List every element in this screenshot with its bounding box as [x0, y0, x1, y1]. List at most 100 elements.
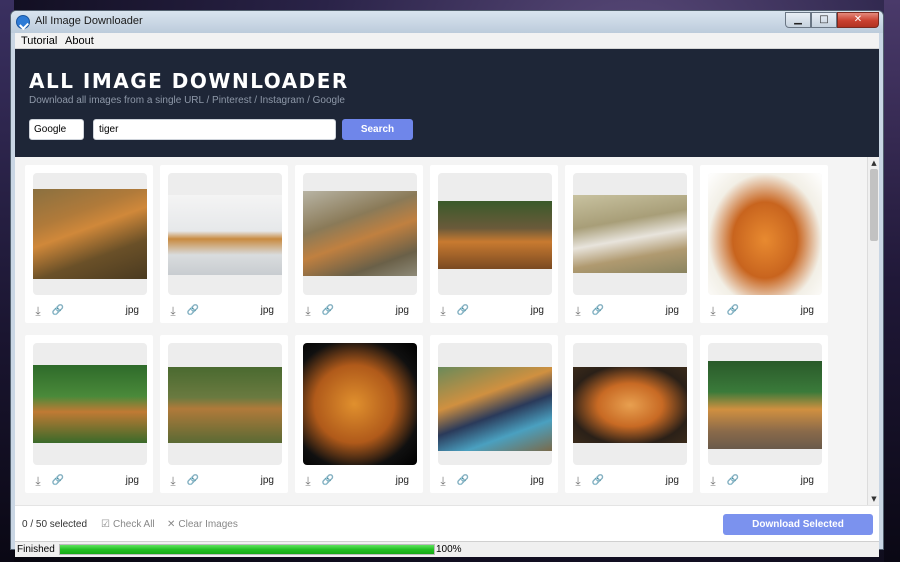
image-card[interactable]: ⤓ 🔗 jpg	[160, 165, 288, 323]
scroll-up-icon[interactable]: ▲	[869, 158, 879, 168]
download-icon[interactable]: ⤓	[166, 474, 180, 488]
link-icon[interactable]: 🔗	[591, 474, 605, 488]
tiger-thumbnail[interactable]	[438, 201, 552, 269]
image-card[interactable]: ⤓ 🔗 jpg	[25, 165, 153, 323]
link-icon[interactable]: 🔗	[726, 474, 740, 488]
image-format: jpg	[260, 475, 274, 486]
download-icon[interactable]: ⤓	[436, 474, 450, 488]
download-icon[interactable]: ⤓	[706, 474, 720, 488]
download-icon[interactable]: ⤓	[31, 474, 45, 488]
maximize-button[interactable]: □	[811, 12, 837, 28]
image-card-footer: ⤓ 🔗 jpg	[700, 304, 828, 318]
progress-percent: 100%	[436, 544, 462, 555]
link-icon[interactable]: 🔗	[186, 304, 200, 318]
title-bar[interactable]: All Image Downloader ▁ □ ✕	[11, 11, 883, 33]
link-icon[interactable]: 🔗	[51, 304, 65, 318]
download-icon[interactable]: ⤓	[571, 304, 585, 318]
menu-item-about[interactable]: About	[65, 35, 94, 47]
image-format: jpg	[530, 305, 544, 316]
image-card-footer: ⤓ 🔗 jpg	[160, 474, 288, 488]
tiger-thumbnail[interactable]	[303, 191, 417, 276]
download-icon[interactable]: ⤓	[706, 304, 720, 318]
download-icon[interactable]: ⤓	[166, 304, 180, 318]
link-icon[interactable]: 🔗	[456, 304, 470, 318]
menu-item-tutorial[interactable]: Tutorial	[21, 35, 57, 47]
tiger-thumbnail[interactable]	[708, 173, 822, 295]
search-input[interactable]	[93, 119, 336, 140]
minimize-button[interactable]: ▁	[785, 12, 811, 28]
image-card[interactable]: ⤓ 🔗 jpg	[25, 335, 153, 493]
page-subtitle: Download all images from a single URL / …	[29, 95, 345, 106]
image-card[interactable]: ⤓ 🔗 jpg	[295, 165, 423, 323]
image-format: jpg	[125, 475, 139, 486]
tiger-thumbnail[interactable]	[573, 195, 687, 273]
image-card-footer: ⤓ 🔗 jpg	[295, 304, 423, 318]
image-card[interactable]: ⤓ 🔗 jpg	[700, 165, 828, 323]
image-card[interactable]: ⤓ 🔗 jpg	[565, 335, 693, 493]
tiger-thumbnail[interactable]	[573, 367, 687, 443]
tiger-thumbnail[interactable]	[33, 189, 147, 279]
image-format: jpg	[800, 475, 814, 486]
image-card[interactable]: ⤓ 🔗 jpg	[160, 335, 288, 493]
check-square-icon: ☑	[101, 519, 110, 530]
clear-images-button[interactable]: ✕ Clear Images	[167, 519, 238, 530]
download-icon[interactable]: ⤓	[31, 304, 45, 318]
image-format: jpg	[395, 305, 409, 316]
app-logo-icon	[16, 15, 30, 29]
image-format: jpg	[260, 305, 274, 316]
link-icon[interactable]: 🔗	[321, 304, 335, 318]
image-card-footer: ⤓ 🔗 jpg	[430, 474, 558, 488]
image-thumbnail-frame	[303, 173, 417, 295]
scroll-down-icon[interactable]: ▼	[869, 494, 879, 504]
image-card[interactable]: ⤓ 🔗 jpg	[430, 165, 558, 323]
search-button[interactable]: Search	[342, 119, 413, 140]
image-format: jpg	[800, 305, 814, 316]
image-format: jpg	[665, 305, 679, 316]
image-format: jpg	[395, 475, 409, 486]
image-thumbnail-frame	[303, 343, 417, 465]
link-icon[interactable]: 🔗	[51, 474, 65, 488]
image-thumbnail-frame	[33, 343, 147, 465]
image-card[interactable]: ⤓ 🔗 jpg	[700, 335, 828, 493]
progress-fill	[60, 545, 434, 554]
desktop-background-right	[884, 0, 900, 562]
source-select[interactable]: Google	[29, 119, 84, 140]
download-icon[interactable]: ⤓	[301, 474, 315, 488]
download-icon[interactable]: ⤓	[571, 474, 585, 488]
window-controls: ▁ □ ✕	[785, 12, 879, 28]
tiger-thumbnail[interactable]	[303, 343, 417, 465]
image-card[interactable]: ⤓ 🔗 jpg	[295, 335, 423, 493]
selection-count: 0 / 50 selected	[22, 519, 88, 530]
scroll-thumb[interactable]	[870, 169, 878, 241]
link-icon[interactable]: 🔗	[456, 474, 470, 488]
tiger-thumbnail[interactable]	[708, 361, 822, 449]
download-icon[interactable]: ⤓	[301, 304, 315, 318]
image-card-footer: ⤓ 🔗 jpg	[565, 304, 693, 318]
page-title: ALL IMAGE DOWNLOADER	[29, 69, 349, 93]
check-all-button[interactable]: ☑ Check All	[101, 519, 155, 530]
image-thumbnail-frame	[168, 173, 282, 295]
close-button[interactable]: ✕	[837, 12, 879, 28]
image-format: jpg	[125, 305, 139, 316]
window-title: All Image Downloader	[35, 15, 143, 27]
image-card[interactable]: ⤓ 🔗 jpg	[565, 165, 693, 323]
link-icon[interactable]: 🔗	[591, 304, 605, 318]
image-grid: ⤓ 🔗 jpg ⤓ 🔗 jpg ⤓ 🔗 jpg ⤓ 🔗 jpg ⤓ 🔗 jpg ⤓ 🔗 jpg ⤓ 🔗 jpg ⤓ 🔗 jpg…	[15, 157, 879, 505]
image-card[interactable]: ⤓ 🔗 jpg	[430, 335, 558, 493]
progress-bar	[59, 544, 435, 555]
link-icon[interactable]: 🔗	[186, 474, 200, 488]
image-format: jpg	[665, 475, 679, 486]
image-thumbnail-frame	[438, 173, 552, 295]
tiger-thumbnail[interactable]	[33, 365, 147, 443]
download-icon[interactable]: ⤓	[436, 304, 450, 318]
app-header: ALL IMAGE DOWNLOADER Download all images…	[15, 49, 879, 157]
tiger-thumbnail[interactable]	[168, 367, 282, 443]
link-icon[interactable]: 🔗	[321, 474, 335, 488]
download-selected-button[interactable]: Download Selected	[723, 514, 873, 535]
vertical-scrollbar[interactable]: ▲ ▼	[867, 157, 879, 505]
tiger-thumbnail[interactable]	[438, 367, 552, 451]
link-icon[interactable]: 🔗	[726, 304, 740, 318]
image-thumbnail-frame	[573, 173, 687, 295]
tiger-thumbnail[interactable]	[168, 195, 282, 275]
app-window: All Image Downloader ▁ □ ✕ Tutorial Abou…	[10, 10, 884, 557]
